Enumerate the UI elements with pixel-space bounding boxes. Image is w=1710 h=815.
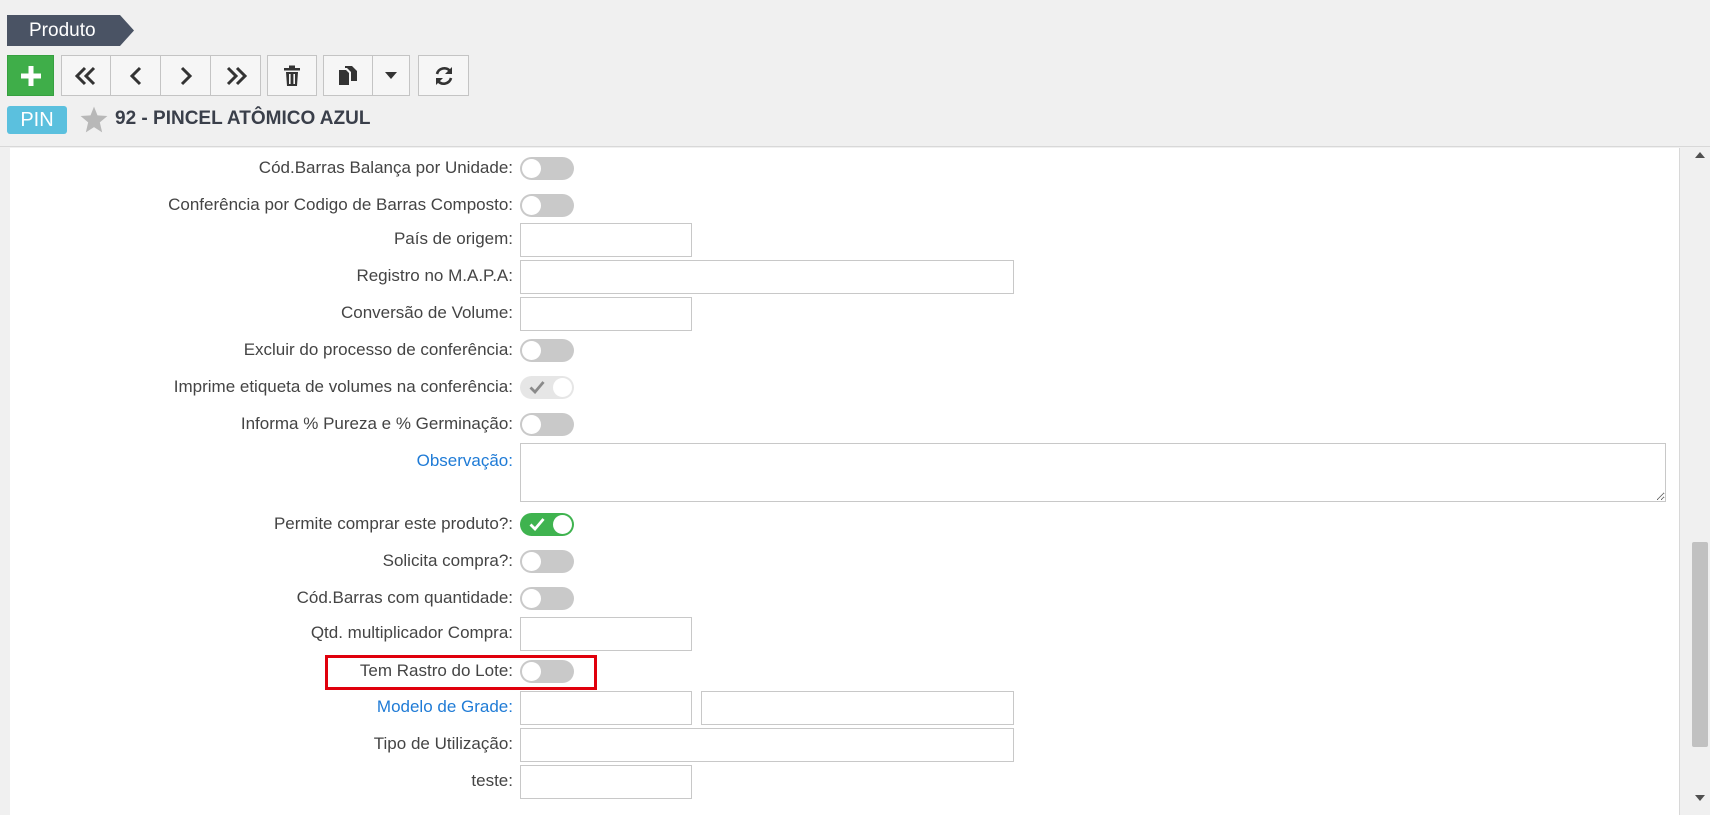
field-row: País de origem: (10, 221, 1679, 257)
cod-barras-balanca-toggle[interactable] (520, 157, 574, 180)
last-record-button[interactable] (211, 55, 261, 96)
field-row: Permite comprar este produto?: (10, 506, 1679, 542)
field-label: Qtd. multiplicador Compra: (310, 623, 513, 642)
pureza-germinacao-toggle[interactable] (520, 413, 574, 436)
field-row: Tipo de Utilização: (10, 726, 1679, 762)
highlight-box (325, 655, 597, 690)
double-chevron-right-icon (226, 66, 247, 85)
field-row: Imprime etiqueta de volumes na conferênc… (10, 369, 1679, 405)
tipo-utilizacao-select[interactable] (520, 728, 1014, 762)
field-row: Solicita compra?: (10, 543, 1679, 579)
chevron-right-icon (180, 66, 192, 85)
star-icon[interactable] (80, 106, 108, 138)
cod-barras-quantidade-toggle[interactable] (520, 587, 574, 610)
double-chevron-left-icon (74, 66, 96, 85)
check-icon (529, 518, 545, 531)
field-row: Cód.Barras com quantidade: (10, 580, 1679, 616)
scroll-up-icon[interactable] (1695, 152, 1705, 158)
registro-mapa-input[interactable] (520, 260, 1014, 294)
refresh-icon (435, 66, 452, 85)
imprime-etiqueta-toggle[interactable] (520, 376, 574, 399)
form-panel: Cód.Barras Balança por Unidade: Conferên… (10, 148, 1680, 815)
record-title: 92 - PINCEL ATÔMICO AZUL (115, 108, 371, 129)
field-label: Solicita compra?: (382, 551, 513, 570)
field-row: Qtd. multiplicador Compra: (10, 615, 1679, 651)
observacao-textarea[interactable] (520, 443, 1666, 502)
permite-comprar-toggle[interactable] (520, 513, 574, 536)
field-row: Excluir do processo de conferência: (10, 332, 1679, 368)
delete-button[interactable] (267, 55, 317, 96)
trash-icon (284, 65, 300, 86)
pais-origem-input[interactable] (520, 223, 692, 257)
field-row: Conferência por Codigo de Barras Compost… (10, 187, 1679, 223)
field-row: teste: (10, 763, 1679, 799)
field-label: País de origem: (393, 229, 513, 248)
record-badge: PIN (7, 106, 67, 134)
field-label: Informa % Pureza e % Germinação: (240, 414, 513, 433)
field-label: Conferência por Codigo de Barras Compost… (168, 195, 513, 214)
field-label: teste: (471, 771, 513, 790)
solicita-compra-toggle[interactable] (520, 550, 574, 573)
copy-group (323, 55, 410, 96)
conferencia-cod-barras-toggle[interactable] (520, 194, 574, 217)
field-label: Registro no M.A.P.A: (356, 266, 513, 285)
excluir-conferencia-toggle[interactable] (520, 339, 574, 362)
copy-dropdown-button[interactable] (373, 55, 410, 96)
breadcrumb-label: Produto (29, 19, 96, 41)
modelo-grade-link[interactable]: Modelo de Grade: (377, 689, 513, 725)
copy-button[interactable] (323, 55, 373, 96)
field-label: Cód.Barras com quantidade: (296, 588, 513, 607)
field-row: Informa % Pureza e % Germinação: (10, 406, 1679, 442)
refresh-button[interactable] (418, 55, 469, 96)
field-label: Conversão de Volume: (341, 303, 513, 322)
modelo-grade-description (701, 691, 1014, 725)
next-record-button[interactable] (161, 55, 211, 96)
new-button[interactable] (7, 55, 54, 96)
field-row: Conversão de Volume: (10, 295, 1679, 331)
field-row: Modelo de Grade: (10, 689, 1679, 725)
previous-record-button[interactable] (111, 55, 161, 96)
first-record-button[interactable] (61, 55, 111, 96)
observacao-link[interactable]: Observação: (417, 443, 513, 479)
field-label: Excluir do processo de conferência: (243, 340, 513, 359)
qtd-multiplicador-input[interactable] (520, 617, 692, 651)
plus-icon (20, 65, 41, 86)
field-row: Tem Rastro do Lote: (10, 653, 1679, 689)
conversao-volume-input[interactable] (520, 297, 692, 331)
field-row: Observação: (10, 443, 1679, 505)
field-row: Cód.Barras Balança por Unidade: (10, 150, 1679, 186)
modelo-grade-input[interactable] (520, 691, 692, 725)
teste-input[interactable] (520, 765, 692, 799)
header: Produto PIN 92 - PINCEL ATÔMICO AZUL (0, 0, 1710, 147)
copy-icon (339, 65, 357, 85)
caret-down-icon (385, 71, 397, 79)
navigation-group (61, 55, 261, 96)
check-icon (529, 381, 545, 394)
field-label: Tipo de Utilização: (373, 734, 513, 753)
field-label: Cód.Barras Balança por Unidade: (258, 158, 513, 177)
field-label: Permite comprar este produto?: (273, 514, 513, 533)
scrollbar-thumb[interactable] (1692, 542, 1708, 747)
field-row: Registro no M.A.P.A: (10, 258, 1679, 294)
scroll-down-icon[interactable] (1695, 795, 1705, 801)
breadcrumb[interactable]: Produto (7, 15, 134, 46)
field-label: Imprime etiqueta de volumes na conferênc… (173, 377, 513, 396)
chevron-left-icon (129, 66, 141, 85)
